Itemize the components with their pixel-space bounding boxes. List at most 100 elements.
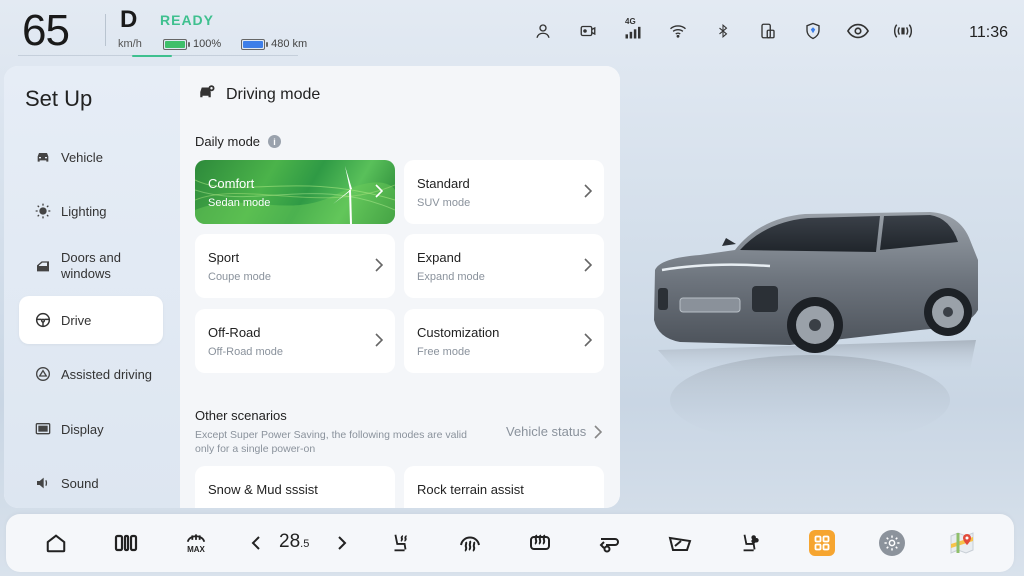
steering-wheel-icon bbox=[35, 312, 51, 328]
daily-mode-label: Daily mode i bbox=[195, 134, 282, 149]
sidebar-item-label: Doors and windows bbox=[61, 250, 121, 281]
settings-sidebar: Set Up Vehicle Lighting Doors and window… bbox=[4, 66, 180, 508]
system-settings-button[interactable] bbox=[878, 529, 906, 557]
chevron-right-icon bbox=[375, 333, 384, 352]
home-button[interactable] bbox=[42, 529, 70, 557]
windshield-button[interactable] bbox=[666, 529, 694, 557]
temperature-main: 28 bbox=[279, 531, 301, 552]
scenario-card-snow-mud[interactable]: Snow & Mud sssist bbox=[195, 466, 395, 508]
mode-subtitle: SUV mode bbox=[417, 197, 471, 209]
mode-title: Off-Road bbox=[208, 325, 261, 340]
wifi-icon[interactable] bbox=[667, 20, 689, 42]
temp-increase-button[interactable] bbox=[328, 529, 356, 557]
rear-defrost-icon bbox=[530, 534, 550, 550]
max-label: MAX bbox=[187, 545, 205, 554]
max-defrost-icon bbox=[186, 534, 206, 543]
seat-massage-icon bbox=[743, 534, 759, 552]
sidebar-item-label: Lighting bbox=[61, 203, 107, 219]
vehicle-status-link[interactable]: Vehicle status bbox=[506, 424, 603, 439]
eye-icon[interactable] bbox=[847, 20, 869, 42]
mode-card-expand[interactable]: Expand Expand mode bbox=[404, 234, 604, 298]
mode-card-sport[interactable]: Sport Coupe mode bbox=[195, 234, 395, 298]
max-defrost-button[interactable]: MAX bbox=[182, 529, 210, 557]
sidebar-item-doors-windows[interactable]: Doors and windows bbox=[19, 242, 163, 290]
sidebar-item-assisted-driving[interactable]: Assisted driving bbox=[19, 350, 163, 398]
front-defrost-icon bbox=[460, 536, 480, 552]
scenario-card-rock-terrain[interactable]: Rock terrain assist bbox=[404, 466, 604, 508]
bluetooth-icon[interactable] bbox=[712, 20, 734, 42]
display-icon bbox=[35, 421, 51, 437]
car-icon bbox=[35, 149, 51, 165]
home-icon bbox=[46, 534, 66, 553]
door-icon bbox=[35, 258, 51, 274]
front-defrost-button[interactable] bbox=[456, 529, 484, 557]
battery-info: 100% 480 km bbox=[163, 38, 307, 50]
speed-readout: 65 bbox=[22, 6, 70, 55]
apps-button[interactable] bbox=[808, 529, 836, 557]
mode-card-customization[interactable]: Customization Free mode bbox=[404, 309, 604, 373]
seat-massage-button[interactable] bbox=[736, 529, 764, 557]
mode-title: Sport bbox=[208, 250, 240, 265]
chevron-right-icon bbox=[338, 536, 347, 550]
split-screen-icon bbox=[114, 534, 138, 552]
sun-icon bbox=[35, 203, 51, 219]
sidebar-item-lighting[interactable]: Lighting bbox=[19, 187, 163, 235]
multitask-button[interactable] bbox=[112, 529, 140, 557]
vehicle-image bbox=[654, 212, 978, 445]
sidebar-item-drive[interactable]: Drive bbox=[19, 296, 163, 344]
vehicle-preview bbox=[640, 200, 990, 490]
radio-icon[interactable] bbox=[892, 20, 914, 42]
clock: 11:36 bbox=[969, 24, 1008, 41]
chevron-right-icon bbox=[375, 258, 384, 277]
vehicle-status-label: Vehicle status bbox=[506, 424, 587, 439]
mode-subtitle: Expand mode bbox=[417, 271, 485, 283]
sidebar-item-sound[interactable]: Sound bbox=[19, 459, 163, 507]
sidebar-item-label: Display bbox=[61, 421, 104, 437]
speed-unit: km/h bbox=[118, 38, 142, 50]
mode-subtitle: Sedan mode bbox=[208, 197, 271, 209]
seat-heat-icon bbox=[394, 534, 407, 552]
map-icon bbox=[950, 532, 974, 554]
sidebar-item-label: Sound bbox=[61, 475, 99, 491]
wind-turbine-art bbox=[195, 166, 395, 224]
settings-panel: Set Up Vehicle Lighting Doors and window… bbox=[4, 66, 620, 508]
battery-percent: 100% bbox=[193, 38, 222, 50]
air-recirculation-button[interactable] bbox=[596, 529, 624, 557]
status-underline-accent bbox=[132, 55, 172, 57]
seat-heat-button[interactable] bbox=[386, 529, 414, 557]
chevron-right-icon bbox=[375, 184, 384, 203]
mode-card-standard[interactable]: Standard SUV mode bbox=[404, 160, 604, 224]
setup-title: Set Up bbox=[25, 86, 93, 111]
bottom-dock: MAX 28.5 bbox=[6, 514, 1014, 572]
signal-4g-icon: 4G bbox=[622, 17, 644, 42]
chevron-right-icon bbox=[584, 258, 593, 277]
chevron-right-icon bbox=[594, 424, 603, 439]
mode-card-off-road[interactable]: Off-Road Off-Road mode bbox=[195, 309, 395, 373]
temp-decrease-button[interactable] bbox=[242, 529, 270, 557]
mode-card-comfort[interactable]: Comfort Sedan mode bbox=[195, 160, 395, 224]
maps-button[interactable] bbox=[948, 529, 976, 557]
sidebar-item-display[interactable]: Display bbox=[19, 405, 163, 453]
mode-subtitle: Coupe mode bbox=[208, 271, 271, 283]
phone-card-icon[interactable] bbox=[757, 20, 779, 42]
dashcam-icon[interactable] bbox=[577, 20, 599, 42]
range-battery-icon bbox=[241, 38, 269, 50]
info-icon[interactable]: i bbox=[268, 135, 282, 148]
shield-icon[interactable] bbox=[802, 20, 824, 42]
status-icons: 4G bbox=[532, 17, 914, 42]
range-readout: 480 km bbox=[271, 38, 308, 50]
driving-mode-icon bbox=[198, 84, 216, 105]
sidebar-item-vehicle[interactable]: Vehicle bbox=[19, 133, 163, 181]
temperature-readout: 28.5 bbox=[279, 531, 309, 553]
sidebar-item-label: Drive bbox=[61, 312, 92, 328]
apps-icon bbox=[809, 530, 835, 556]
gear-indicator: D bbox=[120, 6, 138, 33]
page-title-text: Driving mode bbox=[226, 85, 321, 103]
chevron-right-icon bbox=[584, 333, 593, 352]
user-icon[interactable] bbox=[532, 20, 554, 42]
other-scenarios-title: Other scenarios bbox=[195, 408, 287, 423]
mode-title: Standard bbox=[417, 176, 470, 191]
temperature-decimal: .5 bbox=[300, 538, 310, 550]
rear-defrost-button[interactable] bbox=[526, 529, 554, 557]
chevron-left-icon bbox=[251, 536, 260, 550]
